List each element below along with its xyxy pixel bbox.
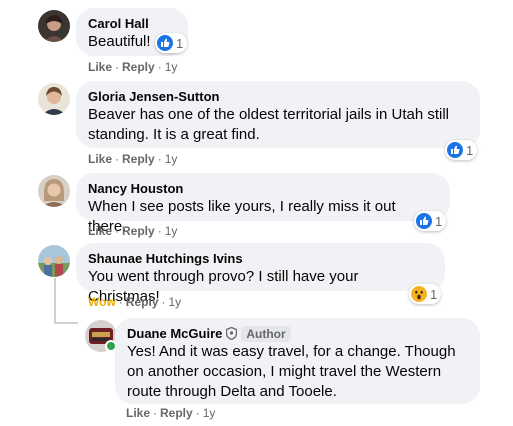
avatar[interactable]	[38, 245, 70, 277]
comment-actions: Like · Reply · 1y	[126, 406, 216, 420]
like-button[interactable]: Like	[126, 406, 150, 420]
reaction-count: 1	[466, 142, 474, 158]
comment-timestamp[interactable]: 1y	[165, 224, 178, 238]
comment-actions: Like · Reply · 1y	[88, 224, 178, 238]
reply-button[interactable]: Reply	[126, 295, 159, 309]
avatar[interactable]	[38, 10, 70, 42]
comment-timestamp[interactable]: 1y	[165, 152, 178, 166]
comment-text-line: standing. It is a great find.	[88, 126, 260, 143]
comment-bubble: Nancy Houston When I see posts like your…	[76, 173, 450, 235]
comment-actions: Like · Reply · 1y	[88, 152, 178, 166]
reply-button[interactable]: Reply	[160, 406, 193, 420]
comment-bubble: Gloria Jensen-Sutton Beaver has one of t…	[76, 81, 480, 148]
thread-connector-line	[54, 278, 56, 324]
comment-author[interactable]: Duane McGuire	[127, 326, 222, 341]
reaction-badge[interactable]: 1	[155, 33, 188, 53]
thread-connector-curve	[54, 322, 78, 324]
comment-author[interactable]: Nancy Houston	[88, 181, 438, 197]
comment-text-line: Yes! And it was easy travel, for a chang…	[127, 343, 456, 360]
avatar[interactable]	[38, 175, 70, 207]
comment-author[interactable]: Shaunae Hutchings Ivins	[88, 251, 433, 267]
comment-timestamp[interactable]: 1y	[165, 60, 178, 74]
comment-author[interactable]: Carol Hall	[88, 16, 176, 32]
comment-author[interactable]: Gloria Jensen-Sutton	[88, 89, 468, 105]
like-button[interactable]: Like	[88, 60, 112, 74]
reply-header: Duane McGuire Author	[127, 326, 468, 342]
reaction-badge[interactable]: 1	[409, 284, 442, 304]
comment-timestamp[interactable]: 1y	[203, 406, 216, 420]
comment-text-line: on another occasion, I might travel the …	[127, 363, 442, 380]
author-badge: Author	[241, 326, 291, 342]
comment-bubble: Shaunae Hutchings Ivins You went through…	[76, 243, 445, 305]
reaction-count: 1	[176, 35, 184, 51]
comment-actions: Wow · Reply · 1y	[88, 295, 182, 309]
avatar[interactable]	[38, 83, 70, 115]
reply-button[interactable]: Reply	[122, 152, 155, 166]
like-button[interactable]: Like	[88, 152, 112, 166]
like-icon	[157, 35, 173, 51]
reaction-count: 1	[435, 213, 443, 229]
reaction-count: 1	[430, 286, 438, 302]
reaction-badge[interactable]: 1	[414, 211, 447, 231]
reply-button[interactable]: Reply	[122, 60, 155, 74]
like-icon	[416, 213, 432, 229]
wow-icon	[411, 286, 427, 302]
reaction-badge[interactable]: 1	[445, 140, 478, 160]
reply-button[interactable]: Reply	[122, 224, 155, 238]
like-button[interactable]: Like	[88, 224, 112, 238]
like-icon	[447, 142, 463, 158]
comment-text-line: route through Delta and Tooele.	[127, 383, 337, 400]
comment-actions: Like · Reply · 1y	[88, 60, 178, 74]
comment-text-line: Beaver has one of the oldest territorial…	[88, 106, 450, 123]
comment-timestamp[interactable]: 1y	[168, 295, 181, 309]
shield-icon	[226, 327, 238, 340]
wow-reaction-button[interactable]: Wow	[88, 295, 116, 309]
comment-bubble: Duane McGuire Author Yes! And it was eas…	[115, 318, 480, 404]
